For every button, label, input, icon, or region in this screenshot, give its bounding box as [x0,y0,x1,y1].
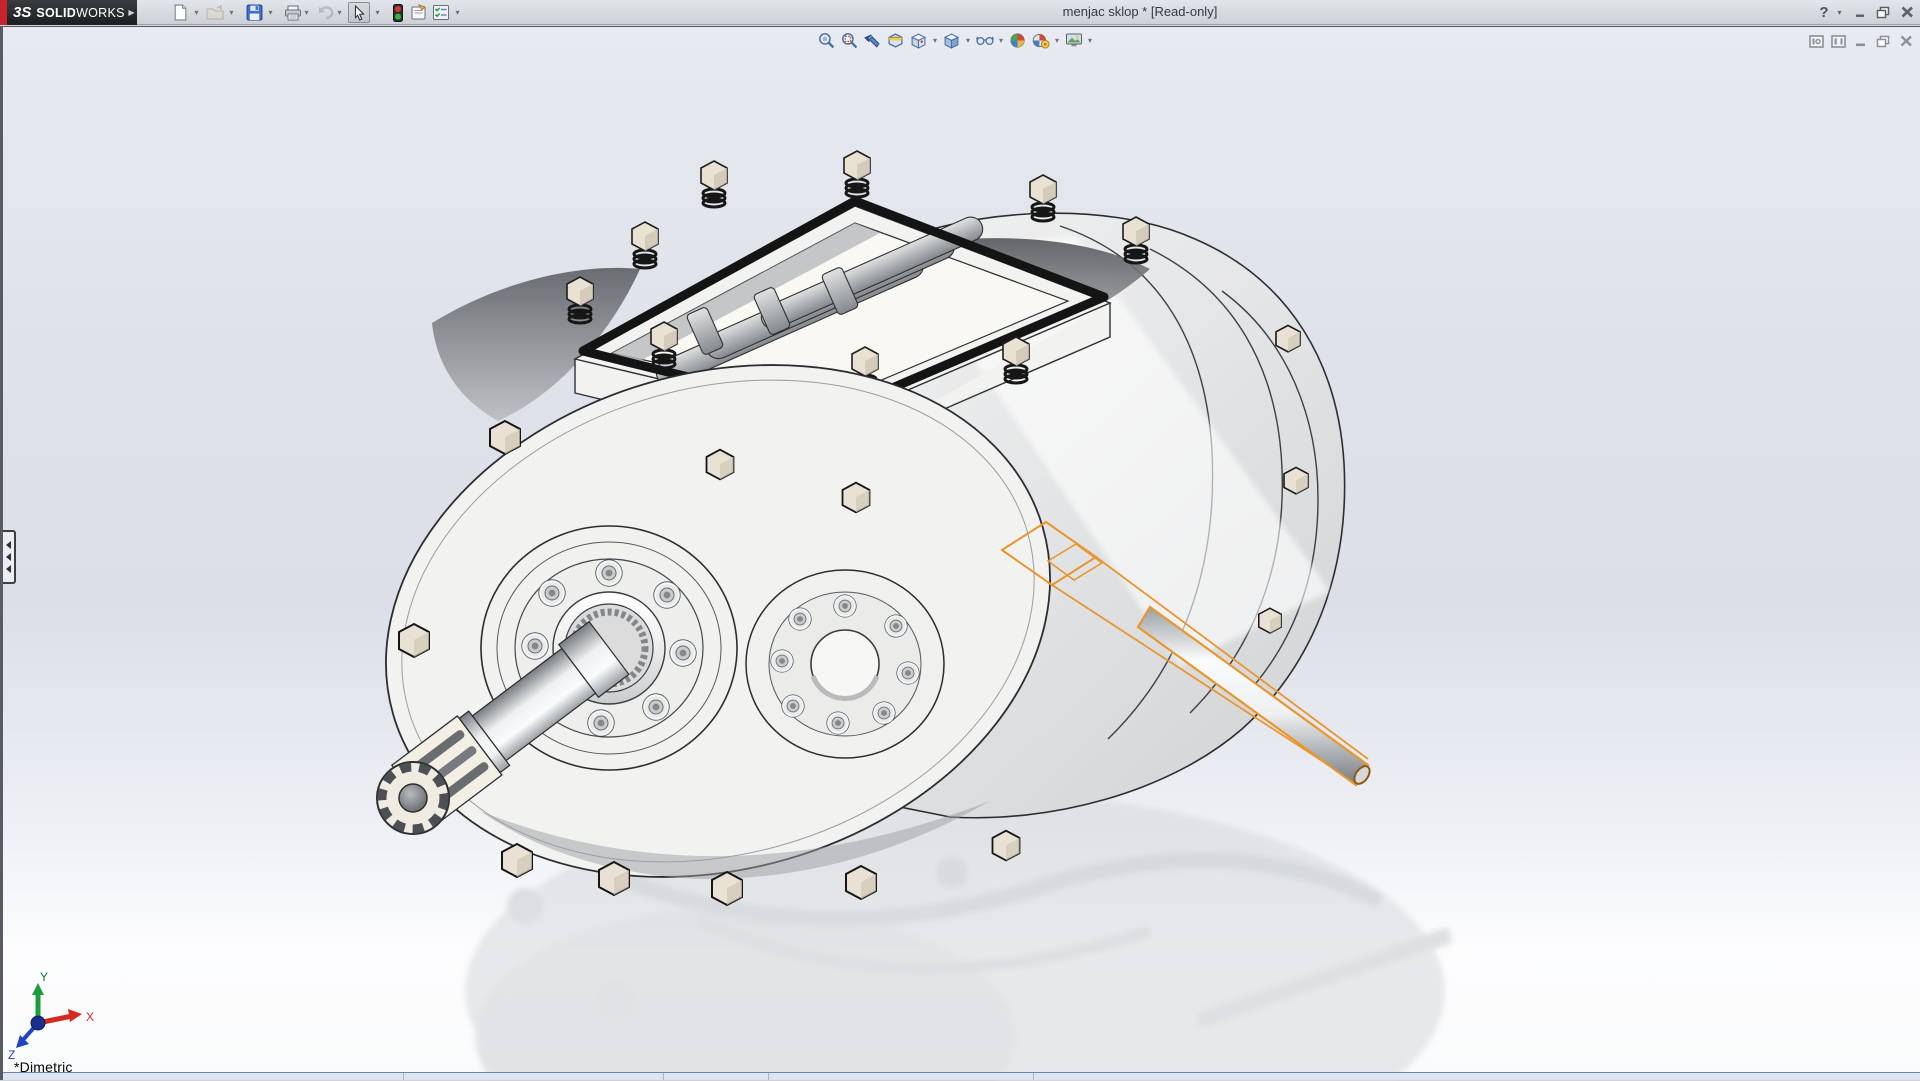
titlebar: 3S SOLIDWORKS ▶ ▾ ▾ ▾ ▾ ▾ ▾ [0,0,1920,25]
dassault-3ds-icon: 3S [13,4,31,21]
open-document-button[interactable] [204,2,226,23]
minimize-button[interactable] [1852,4,1870,20]
new-document-icon [172,4,189,21]
options-button[interactable] [430,2,452,23]
brand-name: SOLIDWORKS [36,6,124,20]
restore-button[interactable] [1874,4,1892,20]
minimize-icon [1855,6,1867,18]
model-scene: Y X Z [3,27,1920,1081]
file-properties-icon [410,4,428,21]
pane-left-icon [1809,35,1824,48]
view-orientation-icon [910,32,927,49]
hide-show-items-button[interactable] [973,29,996,51]
pane-left-button[interactable] [1808,33,1825,49]
appearance-sphere-icon [1009,32,1026,49]
doc-restore-icon [1876,35,1890,48]
close-icon [1901,6,1914,18]
options-checklist-icon [432,4,450,21]
hide-show-items-dropdown[interactable]: ▾ [996,29,1006,51]
edit-appearance-button[interactable] [1006,29,1029,51]
status-divider [403,1073,404,1080]
help-button[interactable]: ? [1816,4,1832,20]
save-floppy-icon [246,4,263,21]
select-tool-dropdown[interactable]: ▾ [372,2,383,23]
printer-icon [284,5,302,21]
doc-minimize-icon [1855,35,1867,47]
apply-scene-button[interactable] [1029,29,1052,51]
accent-strip [0,0,7,25]
open-folder-icon [206,5,224,21]
new-document-button[interactable] [169,2,191,23]
status-divider [768,1073,769,1080]
zoom-to-fit-button[interactable] [815,29,838,51]
doc-minimize-button[interactable] [1852,33,1869,49]
help-dropdown[interactable]: ▾ [1834,4,1845,20]
chevron-left-icon [6,541,11,549]
doc-close-icon [1900,35,1913,47]
view-settings-button[interactable] [1062,29,1085,51]
rebuild-button[interactable] [387,2,409,23]
view-orientation-dropdown[interactable]: ▾ [930,29,940,51]
select-cursor-icon [352,5,367,21]
status-bar [3,1072,1920,1080]
apply-scene-dropdown[interactable]: ▾ [1052,29,1062,51]
status-divider [1033,1073,1034,1080]
restore-icon [1876,6,1890,19]
apply-scene-icon [1032,32,1050,49]
options-dropdown[interactable]: ▾ [452,2,463,23]
zoom-to-fit-icon [818,32,835,49]
chevron-left-icon [6,565,11,573]
previous-view-button[interactable] [861,29,884,51]
view-orientation-button[interactable] [907,29,930,51]
save-button[interactable] [243,2,265,23]
triad-x-label: X [86,1010,94,1024]
menu-expand-arrow[interactable]: ▶ [126,0,137,25]
section-view-icon [887,32,904,49]
select-tool-button[interactable] [348,2,370,23]
hex-bolt [1276,325,1300,351]
eyeglasses-icon [976,32,994,48]
doc-close-button[interactable] [1897,33,1915,49]
triad-y-label: Y [40,970,48,984]
zoom-to-area-icon [841,32,858,49]
undo-dropdown[interactable]: ▾ [334,2,345,23]
pane-right-icon [1831,35,1846,48]
chevron-left-icon [6,553,11,561]
graphics-area[interactable]: Y X Z ▾ ▾ [0,26,1920,1080]
print-dropdown[interactable]: ▾ [301,2,312,23]
undo-arrow-icon [317,5,335,21]
save-dropdown[interactable]: ▾ [265,2,276,23]
hex-bolt [1259,608,1282,633]
display-style-dropdown[interactable]: ▾ [963,29,973,51]
feature-manager-collapsed-tab[interactable] [3,530,16,584]
status-divider [663,1073,664,1080]
solidworks-logo: 3S SOLIDWORKS [7,0,126,25]
file-properties-button[interactable] [408,2,430,23]
display-style-button[interactable] [940,29,963,51]
traffic-light-icon [393,4,403,22]
reference-triad: Y X Z [8,970,94,1062]
section-view-button[interactable] [884,29,907,51]
view-settings-icon [1065,32,1083,48]
zoom-to-area-button[interactable] [838,29,861,51]
previous-view-icon [864,32,881,49]
close-button[interactable] [1898,4,1916,20]
new-document-dropdown[interactable]: ▾ [191,2,202,23]
cover-flange-right[interactable] [746,570,944,758]
display-style-icon [943,32,960,49]
open-document-dropdown[interactable]: ▾ [226,2,237,23]
doc-restore-button[interactable] [1874,33,1892,49]
heads-up-view-toolbar: ▾ ▾ ▾ ▾ ▾ [815,29,1095,51]
view-settings-dropdown[interactable]: ▾ [1085,29,1095,51]
hex-bolt [1284,467,1308,493]
pane-right-button[interactable] [1830,33,1847,49]
solidworks-window: 3S SOLIDWORKS ▶ ▾ ▾ ▾ ▾ ▾ ▾ [0,0,1920,1080]
document-title: menjac sklop * [Read-only] [1063,4,1218,19]
